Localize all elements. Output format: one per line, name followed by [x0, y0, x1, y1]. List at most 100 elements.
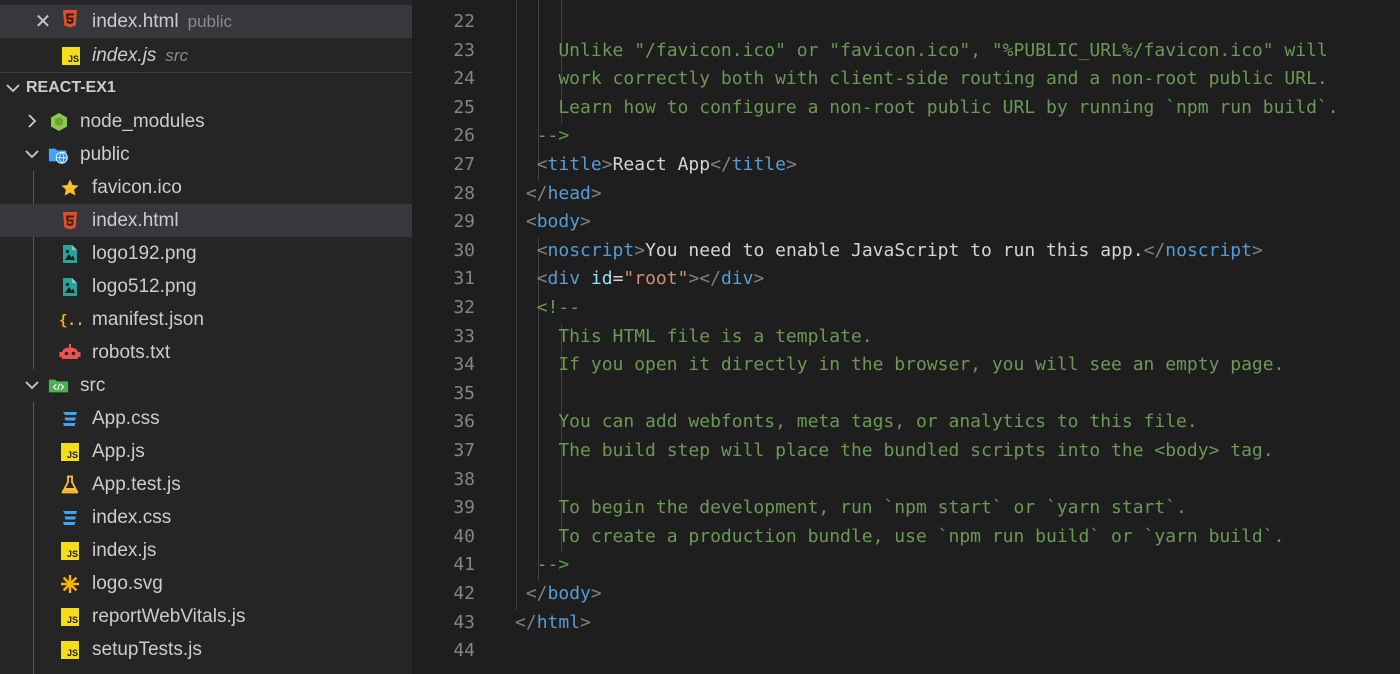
tree-file-logo-svg[interactable]: logo.svg — [0, 567, 412, 600]
close-icon[interactable]: ✕ — [33, 5, 53, 38]
tree-folder-src[interactable]: src — [0, 369, 412, 402]
code-line[interactable]: 34 If you open it directly in the browse… — [412, 351, 1400, 380]
tree-item-label: setupTests.js — [92, 639, 202, 660]
code-line[interactable]: 32 <!-- — [412, 294, 1400, 323]
code-token: noscript — [547, 239, 635, 261]
tree-item-label: logo.svg — [92, 573, 163, 594]
explorer-section-header[interactable]: REACT-EX1 — [0, 73, 412, 103]
code-line[interactable]: 44 — [412, 637, 1400, 666]
tree-folder-public[interactable]: public — [0, 138, 412, 171]
chevron-down-icon[interactable] — [22, 375, 42, 395]
tree-item-label: reportWebVitals.js — [92, 606, 246, 627]
code-token: div — [720, 268, 754, 290]
tree-file-reportwebvitals-js[interactable]: JS reportWebVitals.js — [0, 600, 412, 633]
line-number: 43 — [453, 611, 475, 633]
tree-file-logo512-png[interactable]: logo512.png — [0, 270, 412, 303]
public-folder-icon — [48, 144, 70, 166]
line-number: 22 — [453, 11, 475, 32]
code-editor[interactable]: 22 23 Unlike "/favicon.ico" or "favicon.i… — [412, 0, 1400, 674]
code-line[interactable]: 38 — [412, 466, 1400, 495]
tree-file-setuptests-js[interactable]: JS setupTests.js — [0, 633, 412, 666]
line-code: --> — [515, 551, 570, 580]
code-line[interactable]: 29 <body> — [412, 208, 1400, 237]
code-token: If you open it directly in the browser, … — [515, 354, 1285, 376]
code-token: work correctly both with client-side rou… — [515, 68, 1328, 90]
code-token: <!-- — [515, 297, 581, 318]
code-line[interactable]: 24 work correctly both with client-side … — [412, 65, 1400, 94]
line-number: 29 — [453, 211, 475, 233]
code-token: head — [547, 182, 591, 204]
src-folder-icon — [48, 375, 70, 397]
code-line[interactable]: 43 </html> — [412, 609, 1400, 638]
line-number: 30 — [453, 239, 475, 261]
line-code: </html> — [515, 609, 591, 638]
code-line[interactable]: 25 Learn how to configure a non-root pub… — [412, 94, 1400, 123]
css3-icon — [59, 408, 81, 430]
line-number: 26 — [453, 125, 475, 147]
star-icon — [59, 177, 81, 199]
tree-item-label: manifest.json — [92, 309, 204, 330]
code-token: "root" — [623, 268, 689, 290]
tree-file-manifest-json[interactable]: {..} manifest.json — [0, 303, 412, 336]
chevron-right-icon[interactable] — [22, 111, 42, 131]
code-line[interactable]: 39 To begin the development, run `npm st… — [412, 494, 1400, 523]
svg-text:{..}: {..} — [59, 313, 81, 329]
line-code: <!-- — [515, 294, 580, 323]
line-number: 23 — [453, 39, 475, 61]
tree-item-label: robots.txt — [92, 342, 171, 363]
code-line[interactable]: 30 <noscript>You need to enable JavaScri… — [412, 237, 1400, 266]
tree-folder-node-modules[interactable]: node_modules — [0, 105, 412, 138]
tree-file-app-test-js[interactable]: App.test.js — [0, 468, 412, 501]
tree-file-app-css[interactable]: App.css — [0, 402, 412, 435]
code-line[interactable]: 36 You can add webfonts, meta tags, or a… — [412, 408, 1400, 437]
tree-file-app-js[interactable]: JS App.js — [0, 435, 412, 468]
code-token: > — [601, 154, 613, 175]
code-line[interactable]: 42 </body> — [412, 580, 1400, 609]
code-line[interactable]: 28 </head> — [412, 180, 1400, 209]
line-number: 42 — [453, 583, 475, 604]
line-code: This HTML file is a template. — [515, 323, 872, 352]
code-line[interactable]: 33 This HTML file is a template. — [412, 323, 1400, 352]
tree-item-label: logo512.png — [92, 276, 197, 297]
code-line[interactable]: 40 To create a production bundle, use `n… — [412, 523, 1400, 552]
line-code: --> — [515, 122, 570, 151]
line-code: </head> — [515, 180, 602, 209]
open-editor-index-html[interactable]: ✕ index.html public — [0, 5, 412, 38]
javascript-icon: JS — [59, 639, 81, 661]
code-token: To begin the development, run `npm start… — [515, 497, 1187, 519]
code-line[interactable]: 27 <title>React App</title> — [412, 151, 1400, 180]
tree-file-logo192-png[interactable]: logo192.png — [0, 237, 412, 270]
code-token: noscript — [1165, 239, 1252, 261]
html5-icon — [59, 210, 81, 232]
code-line[interactable]: 31 <div id="root"></div> — [412, 265, 1400, 294]
code-token: </ — [1143, 239, 1166, 261]
code-line[interactable]: 41 --> — [412, 551, 1400, 580]
code-token: < — [536, 239, 548, 261]
code-line[interactable]: 26 --> — [412, 122, 1400, 151]
code-token: div — [547, 268, 581, 290]
code-line[interactable]: 37 The build step will place the bundled… — [412, 437, 1400, 466]
code-line[interactable]: 23 Unlike "/favicon.ico" or "favicon.ico… — [412, 37, 1400, 66]
tree-file-index-css[interactable]: index.css — [0, 501, 412, 534]
line-number: 35 — [453, 382, 475, 404]
line-code: <noscript>You need to enable JavaScript … — [515, 237, 1263, 266]
open-editor-index-js[interactable]: JS index.js src — [0, 39, 412, 72]
code-token: body — [536, 211, 581, 233]
tree-file-index-html[interactable]: index.html — [0, 204, 412, 237]
code-token: < — [536, 268, 548, 290]
code-line[interactable]: 35 — [412, 380, 1400, 409]
tree-file-index-js[interactable]: JS index.js — [0, 534, 412, 567]
chevron-down-icon[interactable] — [22, 144, 42, 164]
code-token: ></ — [688, 268, 721, 290]
javascript-icon: JS — [59, 441, 81, 463]
code-token: > — [590, 583, 602, 604]
robot-icon — [59, 342, 81, 364]
tree-file-robots-txt[interactable]: robots.txt — [0, 336, 412, 369]
tree-item-label: App.test.js — [92, 474, 181, 495]
tree-file-favicon-ico[interactable]: favicon.ico — [0, 171, 412, 204]
line-number: 36 — [453, 411, 475, 433]
code-token: > — [634, 239, 646, 261]
code-token: </ — [525, 182, 548, 204]
code-line[interactable]: 22 — [412, 8, 1400, 37]
